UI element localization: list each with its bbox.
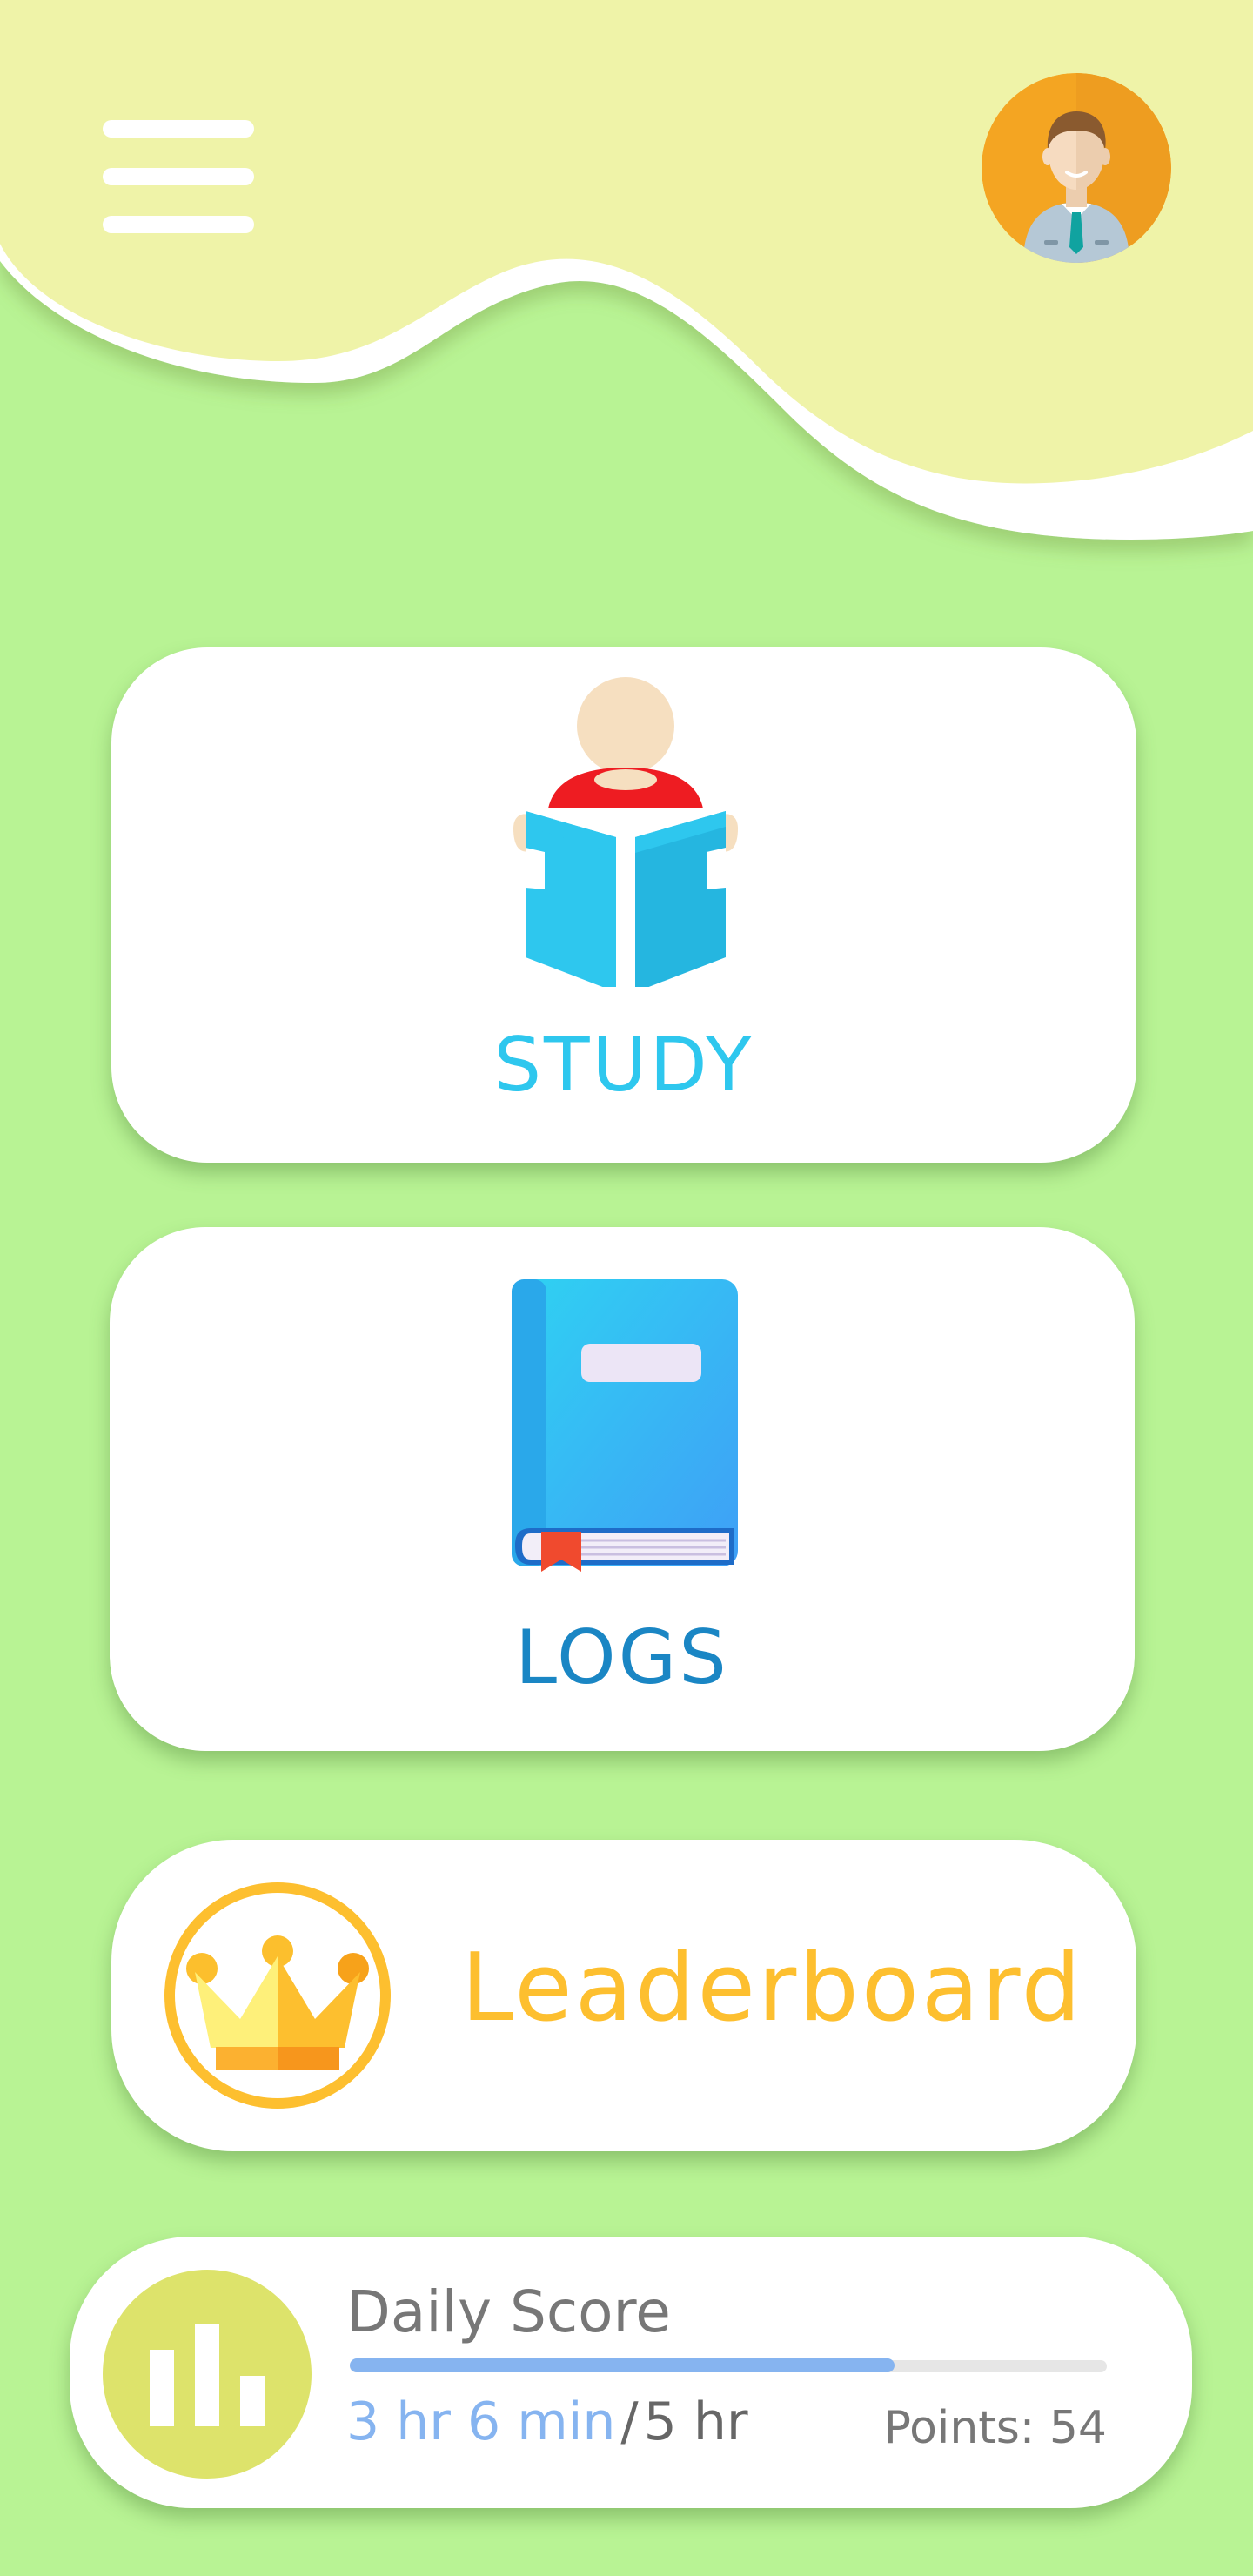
menu-line [103,120,254,138]
hamburger-menu-icon[interactable] [103,120,254,233]
study-label: STUDY [493,1022,754,1109]
leaderboard-label: Leaderboard [461,1934,1084,2043]
time-goal: 5 hr [643,2392,748,2452]
daily-progress-fill [350,2358,895,2372]
reading-person-icon [513,677,738,987]
daily-score-card[interactable]: Daily Score 3 hr 6 min/5 hr Points: 54 [70,2237,1192,2508]
daily-progress-bar [350,2358,1107,2372]
daily-score-title: Daily Score [346,2278,671,2345]
book-icon [512,1279,738,1572]
logs-card[interactable]: LOGS [110,1227,1135,1751]
points-value: Points: 54 [883,2402,1107,2454]
time-summary: 3 hr 6 min/5 hr [346,2392,748,2452]
bar-chart-icon [103,2270,312,2479]
menu-line [103,216,254,233]
leaderboard-card[interactable]: Leaderboard [111,1840,1136,2151]
crown-icon [164,1882,391,2109]
logs-label: LOGS [515,1614,729,1701]
menu-line [103,168,254,185]
time-separator: / [620,2392,639,2452]
study-card[interactable]: STUDY [111,647,1136,1163]
user-avatar-icon[interactable] [982,73,1171,263]
time-done: 3 hr 6 min [346,2392,616,2452]
